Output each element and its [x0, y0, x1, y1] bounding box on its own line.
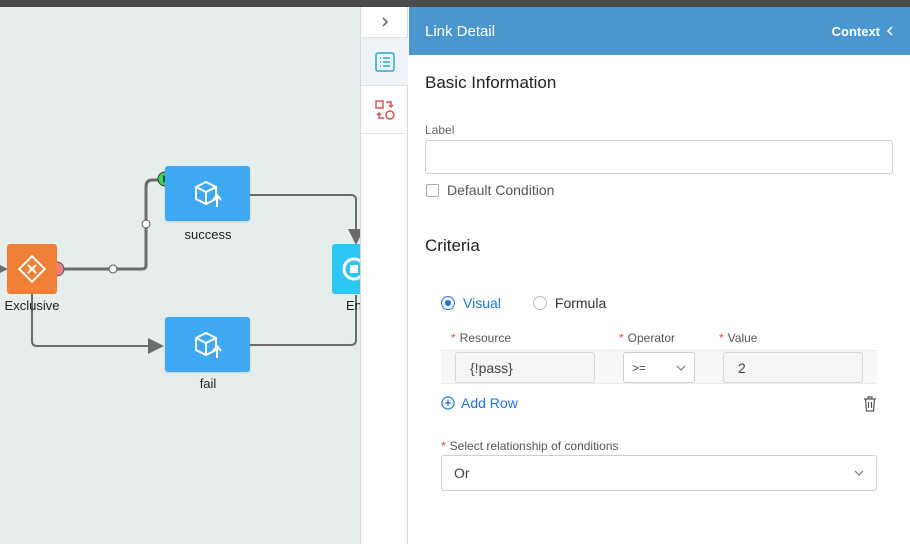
deploy-icon [194, 180, 222, 207]
add-row-button[interactable]: Add Row [441, 395, 518, 411]
criteria-row: {!pass} >= 2 [441, 350, 877, 384]
gateway-icon [18, 255, 46, 283]
exclusive-gateway-node[interactable] [7, 244, 57, 294]
gateway-label: Exclusive [4, 298, 60, 313]
visual-radio-label[interactable]: Visual [463, 295, 501, 311]
visual-radio[interactable] [441, 296, 455, 310]
context-button[interactable]: Context [832, 24, 894, 39]
formula-radio[interactable] [532, 296, 547, 310]
stop-icon [342, 257, 360, 281]
formula-radio-label[interactable]: Formula [555, 295, 606, 311]
plus-circle-icon [441, 396, 455, 410]
link-detail-panel: Link Detail Context Basic Information La… [409, 7, 910, 544]
flow-swap-icon [374, 99, 395, 120]
chevron-down-icon [854, 470, 864, 476]
relationship-select[interactable]: Or [441, 455, 877, 491]
flow-swap-button[interactable] [361, 86, 408, 134]
value-input[interactable]: 2 [723, 352, 863, 383]
task-node-fail[interactable] [165, 317, 250, 372]
mode-radio-group: Visual Formula [441, 295, 606, 311]
chevron-right-icon [382, 17, 388, 27]
window-top-bar [0, 0, 910, 7]
collapse-button[interactable] [361, 7, 408, 38]
trash-icon[interactable] [863, 396, 877, 412]
value-column-header: * Value [719, 331, 758, 345]
add-row-label: Add Row [461, 395, 518, 411]
default-condition-checkbox[interactable] [426, 183, 439, 197]
task-label: success [184, 227, 232, 242]
link-fail-end [250, 295, 357, 346]
tool-strip [360, 7, 408, 544]
label-field-label: Label [425, 123, 455, 137]
basic-info-heading: Basic Information [425, 73, 557, 92]
relationship-value: Or [454, 465, 470, 481]
operator-column-header: * Operator [619, 331, 676, 345]
end-node[interactable] [332, 244, 360, 294]
operator-select[interactable]: >= [623, 352, 695, 383]
label-input[interactable] [425, 140, 893, 174]
default-condition-row[interactable]: Default Condition [426, 182, 554, 198]
chevron-left-icon [886, 26, 893, 36]
panel-header: Link Detail Context [409, 7, 910, 55]
criteria-heading: Criteria [425, 236, 480, 255]
context-label: Context [831, 23, 880, 39]
end-label: End [346, 298, 360, 313]
resource-input[interactable]: {!pass} [455, 352, 595, 383]
relationship-label: * Select relationship of conditions [441, 439, 619, 453]
flow-canvas[interactable]: Exclusive success fail End [0, 7, 360, 544]
task-label: fail [199, 376, 217, 391]
link-handle [108, 264, 118, 274]
task-node-success[interactable] [165, 166, 250, 221]
detail-tab-button[interactable] [361, 38, 408, 86]
operator-value: >= [632, 360, 647, 375]
deploy-icon [194, 331, 222, 358]
resource-column-header: * Resource [451, 331, 512, 345]
chevron-down-icon [676, 365, 686, 371]
panel-title: Link Detail [425, 22, 496, 40]
default-condition-label: Default Condition [447, 182, 555, 198]
list-icon [374, 51, 395, 72]
